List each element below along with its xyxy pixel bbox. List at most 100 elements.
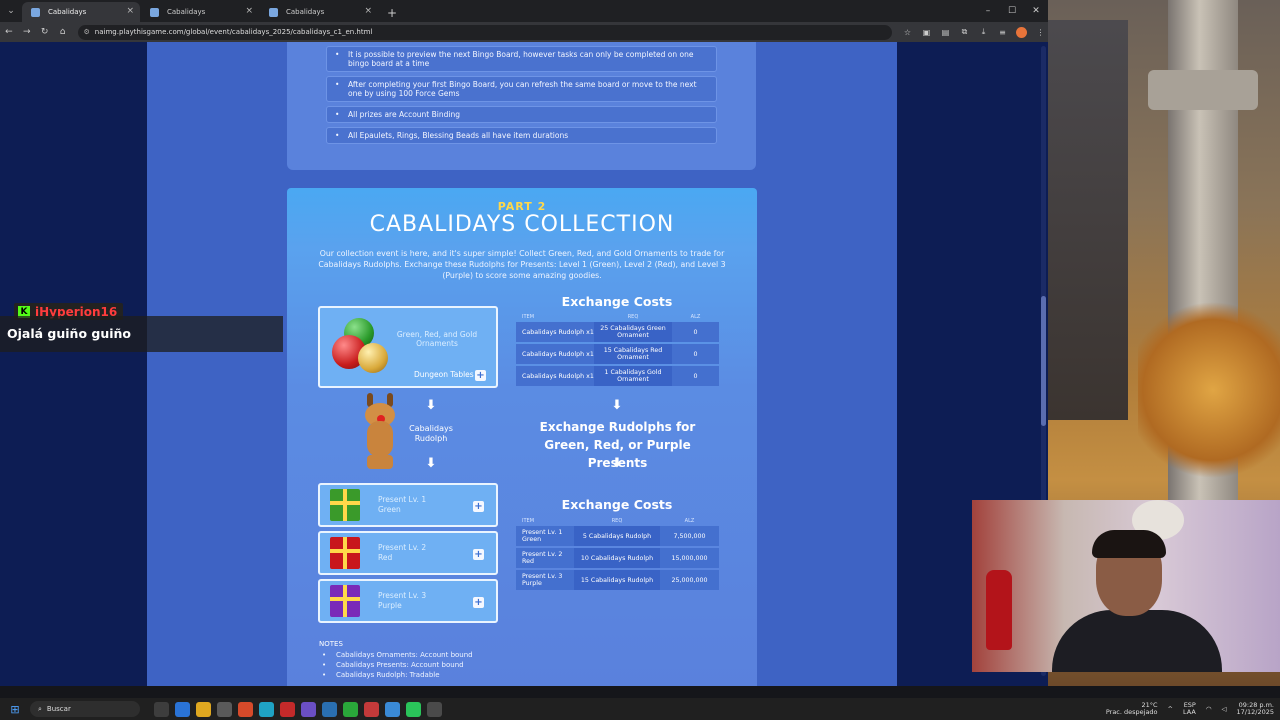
tab-1[interactable]: Cabalidays × — [22, 2, 140, 22]
weather-desc: Prac. despejado — [1105, 708, 1158, 716]
present-label: Present Lv. 3 Purple — [378, 591, 427, 610]
arrow-down-icon: ⬇ — [611, 398, 623, 413]
note-item: Cabalidays Rudolph: Tradable — [322, 671, 439, 679]
search-icon: ⌕ — [38, 704, 42, 713]
app-icon[interactable] — [427, 701, 442, 717]
table-row: Cabalidays Rudolph x1 25 Cabalidays Gree… — [516, 322, 719, 342]
windows-taskbar: ⊞ ⌕ Buscar 21°C Prac. despejado ^ ESP LA… — [0, 698, 1280, 720]
scrollbar-thumb[interactable] — [1041, 296, 1046, 426]
exchange-costs-table-presents: ITEM REQ ALZ Present Lv. 1 Green 5 Cabal… — [516, 516, 719, 592]
browser-icon[interactable] — [259, 701, 274, 717]
rule-item: All Epaulets, Rings, Blessing Beads all … — [326, 127, 717, 144]
url-text: naimg.playthisgame.com/global/event/caba… — [94, 28, 373, 36]
present-lv3-expand-button[interactable]: + — [473, 597, 484, 608]
dungeon-tables-expand-button[interactable]: + — [475, 370, 486, 381]
forward-icon[interactable]: → — [18, 22, 36, 42]
section-title: CABALIDAYS COLLECTION — [369, 212, 675, 237]
profile-avatar[interactable] — [1014, 25, 1029, 40]
rudolph-label: Cabalidays Rudolph — [409, 424, 453, 443]
task-view-icon[interactable] — [154, 701, 169, 717]
minimize-icon[interactable]: – — [976, 0, 1000, 22]
ornaments-box: Green, Red, and Gold Ornaments Dungeon T… — [318, 306, 498, 388]
cell-item: Cabalidays Rudolph x1 — [516, 366, 594, 386]
tab-3[interactable]: Cabalidays × — [260, 2, 378, 22]
menu-icon[interactable]: ⋮ — [1033, 25, 1048, 40]
cell-alz: 7,500,000 — [660, 526, 719, 546]
steam-icon[interactable] — [322, 701, 337, 717]
clock-date: 17/12/2025 — [1236, 708, 1274, 716]
app-icon[interactable] — [280, 701, 295, 717]
close-tab-icon[interactable]: × — [126, 6, 134, 16]
obs-icon[interactable] — [364, 701, 379, 717]
col-alz: ALZ — [690, 314, 701, 320]
home-icon[interactable]: ⌂ — [54, 22, 72, 42]
cell-alz: 0 — [672, 344, 719, 364]
dungeon-tables-label: Dungeon Tables — [414, 370, 474, 379]
exchange-costs-heading: Exchange Costs — [561, 294, 673, 309]
back-icon[interactable]: ← — [0, 22, 18, 42]
stone-arch-art — [1048, 20, 1128, 420]
table-row: Cabalidays Rudolph x1 1 Cabalidays Gold … — [516, 366, 719, 386]
intro-text: Our collection event is here, and it's s… — [318, 249, 726, 280]
new-tab-button[interactable]: + — [379, 6, 405, 22]
download-icon[interactable]: ⤓ — [976, 25, 991, 40]
tab-2[interactable]: Cabalidays × — [141, 2, 259, 22]
taskbar-search[interactable]: ⌕ Buscar — [30, 701, 140, 717]
exchange-costs-heading: Exchange Costs — [561, 497, 673, 512]
present-lv1-row: Present Lv. 1 Green + — [318, 483, 498, 527]
present-lv2-expand-button[interactable]: + — [473, 549, 484, 560]
store-icon[interactable] — [217, 701, 232, 717]
col-alz: ALZ — [684, 518, 695, 524]
table-row: Cabalidays Rudolph x1 15 Cabalidays Red … — [516, 344, 719, 364]
pinned-apps — [154, 701, 442, 717]
stream-bottom-strip — [0, 686, 1280, 698]
close-tab-icon[interactable]: × — [364, 6, 372, 16]
pillar-capital-art — [1148, 70, 1258, 110]
cell-item: Present Lv. 3 Purple — [516, 570, 574, 590]
url-input[interactable]: ⚙ naimg.playthisgame.com/global/event/ca… — [77, 24, 892, 40]
wifi-icon[interactable]: ◠ — [1206, 705, 1212, 713]
favicon-icon — [150, 8, 159, 17]
tab-group-icon[interactable]: ▤ — [938, 25, 953, 40]
cell-req: 1 Cabalidays Gold Ornament — [594, 366, 672, 386]
cell-item: Present Lv. 1 Green — [516, 526, 574, 546]
extension-icon[interactable]: ▣ — [919, 25, 934, 40]
edge-icon[interactable] — [175, 701, 190, 717]
language-indicator[interactable]: ESP LAA — [1183, 702, 1196, 716]
clock[interactable]: 09:28 p.m. 17/12/2025 — [1237, 702, 1274, 716]
weather-widget[interactable]: 21°C Prac. despejado — [1106, 702, 1158, 716]
app-icon[interactable] — [343, 701, 358, 717]
system-tray: 21°C Prac. despejado ^ ESP LAA ◠ ◁ 09:28… — [1106, 698, 1274, 720]
site-info-icon[interactable]: ⚙ — [84, 28, 90, 36]
tab-title: Cabalidays — [167, 8, 206, 16]
discord-icon[interactable] — [301, 701, 316, 717]
browser-window: ⌄ Cabalidays × Cabalidays × Cabalidays ×… — [0, 0, 1048, 686]
reload-icon[interactable]: ↻ — [36, 22, 54, 42]
whatsapp-icon[interactable] — [406, 701, 421, 717]
maximize-icon[interactable]: ☐ — [1000, 0, 1024, 22]
file-explorer-icon[interactable] — [196, 701, 211, 717]
bookmark-star-icon[interactable]: ☆ — [900, 25, 915, 40]
chevron-up-icon[interactable]: ^ — [1168, 705, 1173, 713]
cell-req: 5 Cabalidays Rudolph — [574, 526, 660, 546]
table-row: Present Lv. 2 Red 10 Cabalidays Rudolph … — [516, 548, 719, 568]
windows-start-icon[interactable]: ⊞ — [0, 703, 30, 716]
volume-icon[interactable]: ◁ — [1222, 705, 1227, 713]
cell-alz: 0 — [672, 322, 719, 342]
present-label: Present Lv. 1 Green — [378, 495, 427, 514]
media-icon[interactable]: ≡ — [995, 25, 1010, 40]
rule-item: All prizes are Account Binding — [326, 106, 717, 123]
close-window-icon[interactable]: ✕ — [1024, 0, 1048, 22]
webcam-feed — [972, 500, 1280, 672]
puzzle-icon[interactable]: ⧉ — [957, 25, 972, 40]
note-item: Cabalidays Ornaments: Account bound — [322, 651, 473, 659]
tab-search-icon[interactable]: ⌄ — [0, 0, 22, 22]
col-item: ITEM — [522, 518, 535, 524]
toolbar-icons: ☆ ▣ ▤ ⧉ ⤓ ≡ ⋮ — [900, 25, 1048, 40]
chrome-icon[interactable] — [238, 701, 253, 717]
arrow-down-icon: ⬇ — [425, 398, 437, 413]
rudolph-reindeer-icon — [357, 393, 405, 473]
present-lv1-expand-button[interactable]: + — [473, 501, 484, 512]
close-tab-icon[interactable]: × — [245, 6, 253, 16]
app-icon[interactable] — [385, 701, 400, 717]
